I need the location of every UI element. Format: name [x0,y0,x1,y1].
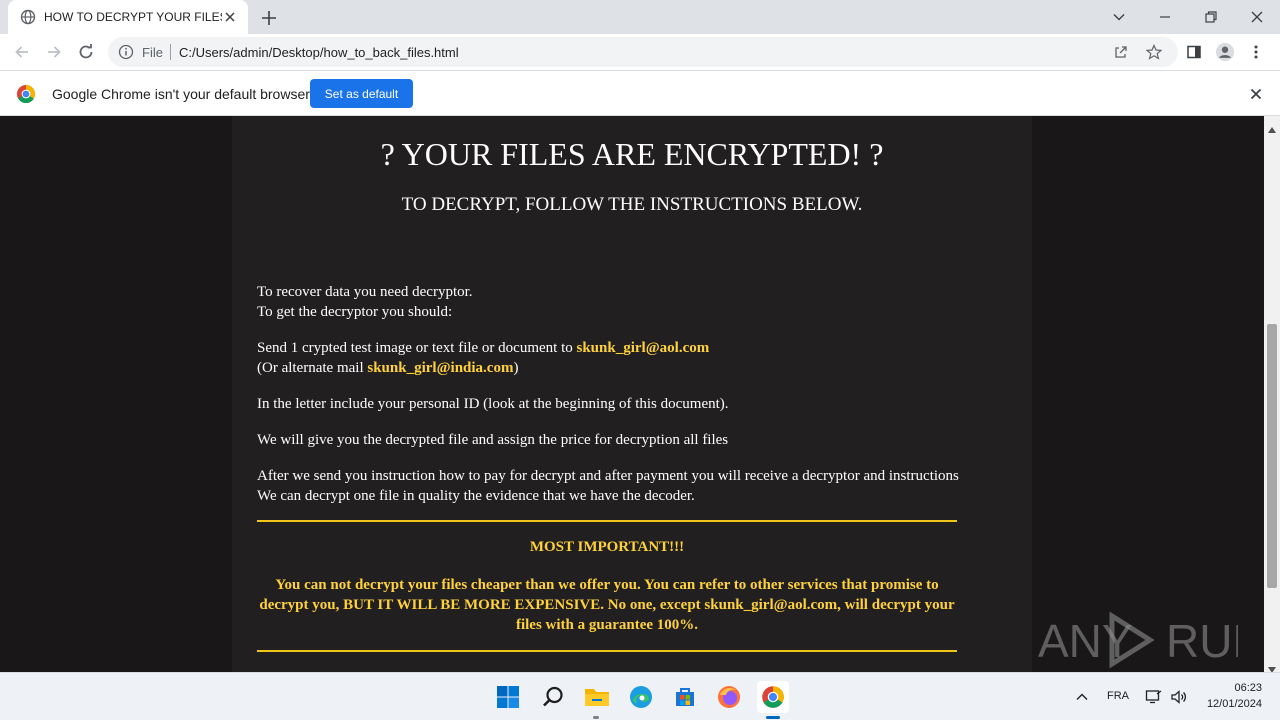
globe-icon [20,9,36,25]
close-tab-icon[interactable] [222,9,238,25]
url-text[interactable]: C:/Users/admin/Desktop/how_to_back_files… [179,45,459,60]
important-title: MOST IMPORTANT!!! [529,539,685,555]
new-tab-icon[interactable] [258,7,280,29]
menu-kebab-icon[interactable] [1246,42,1266,62]
minimize-icon[interactable] [1152,4,1178,30]
edge-icon[interactable] [625,681,657,713]
scrollbar-thumb[interactable] [1267,324,1277,588]
microsoft-store-icon[interactable] [669,681,701,713]
close-infobar-icon[interactable] [1248,86,1264,102]
divider-top [257,520,957,522]
file-explorer-icon[interactable] [581,681,613,713]
back-icon[interactable] [10,40,34,64]
close-window-icon[interactable] [1244,4,1270,30]
payment-line-1: After we send you instruction how to pay… [257,468,959,484]
page-heading: ? YOUR FILES ARE ENCRYPTED! ? [380,136,884,172]
set-default-button[interactable]: Set as default [310,79,413,108]
page-subheading: TO DECRYPT, FOLLOW THE INSTRUCTIONS BELO… [401,194,863,215]
svg-text:RUN: RUN [1166,615,1238,667]
decrypted-file-text: We will give you the decrypted file and … [257,432,729,448]
page-viewport: ? YOUR FILES ARE ENCRYPTED! ? TO DECRYPT… [0,116,1264,672]
show-hidden-icons-chevron-icon[interactable] [1074,689,1090,705]
alt-suffix: ) [513,360,519,376]
payment-line-2: We can decrypt one file in quality the e… [257,488,695,504]
windows-taskbar: FRA 06:23 12/01/2024 [0,672,1280,720]
address-bar[interactable]: File C:/Users/admin/Desktop/how_to_back_… [108,37,1178,67]
chrome-logo-icon [16,84,36,104]
search-icon[interactable] [537,681,569,713]
alternate-email: skunk_girl@india.com [367,360,514,376]
infobar-message: Google Chrome isn't your default browser [52,86,310,102]
firefox-icon[interactable] [713,681,745,713]
reload-icon[interactable] [74,40,98,64]
clock-time[interactable]: 06:23 [1200,682,1262,694]
chrome-active-indicator [766,716,780,719]
letter-instruction: In the letter include your personal ID (… [257,396,729,412]
chrome-taskbar-icon[interactable] [757,681,789,713]
share-icon[interactable] [1113,44,1129,60]
bookmark-star-icon[interactable] [1145,44,1163,60]
scroll-down-arrow-icon[interactable] [1268,660,1276,673]
tab-strip: HOW TO DECRYPT YOUR FILES [0,0,1280,34]
profile-avatar-icon[interactable] [1215,42,1235,62]
alternate-mail: (Or alternate mail skunk_girl@india.com) [257,358,518,378]
clock-date[interactable]: 12/01/2024 [1190,698,1262,710]
send-text: Send 1 crypted test image or text file o… [257,340,577,356]
tab-search-icon[interactable] [1106,4,1132,30]
important-body: You can not decrypt your files cheaper t… [259,577,955,633]
url-scheme-label: File [142,45,163,60]
primary-email: skunk_girl@aol.com [576,340,710,356]
forward-icon[interactable] [42,40,66,64]
tab-title: HOW TO DECRYPT YOUR FILES [44,10,222,24]
anyrun-watermark: ANY RUN [1038,610,1264,670]
intro-line-2: To get the decryptor you should: [257,304,453,320]
tab-active[interactable]: HOW TO DECRYPT YOUR FILES [8,0,248,34]
info-icon[interactable] [118,44,134,60]
alt-prefix: (Or alternate mail [257,360,368,376]
volume-icon[interactable] [1170,689,1188,705]
omnibox-divider [170,44,171,60]
explorer-open-indicator [593,716,599,719]
restore-icon[interactable] [1198,4,1224,30]
ransom-note-panel: ? YOUR FILES ARE ENCRYPTED! ? TO DECRYPT… [232,116,1032,672]
input-language[interactable]: FRA [1107,690,1129,702]
network-icon[interactable] [1145,689,1163,705]
vertical-scrollbar[interactable] [1264,116,1280,673]
intro-line-1: To recover data you need decryptor. [257,284,473,300]
send-instruction: Send 1 crypted test image or text file o… [257,338,709,358]
browser-toolbar: File C:/Users/admin/Desktop/how_to_back_… [0,34,1280,70]
start-windows-icon[interactable] [492,681,524,713]
scroll-up-arrow-icon[interactable] [1268,120,1276,133]
side-panel-icon[interactable] [1184,42,1204,62]
default-browser-infobar: Google Chrome isn't your default browser… [0,70,1280,116]
divider-bottom [257,650,957,652]
